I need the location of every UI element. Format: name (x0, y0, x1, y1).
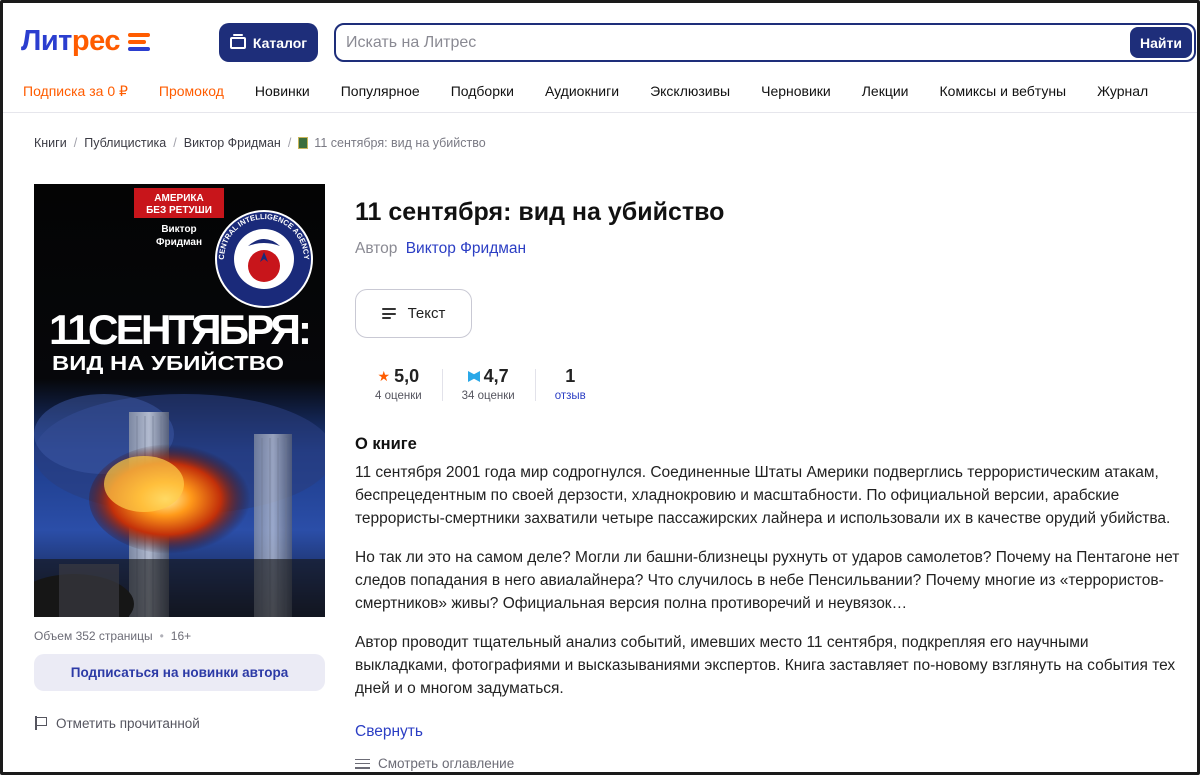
cover-title-sub: ВИД НА УБИЙСТВО (52, 351, 284, 375)
toc-label: Смотреть оглавление (378, 756, 515, 771)
breadcrumb-separator: / (287, 136, 292, 150)
reviews-value: 1 (565, 365, 576, 386)
flag-icon (34, 716, 47, 730)
book-volume: Объем 352 страницы (34, 629, 153, 643)
cover-author-line2: Фридман (156, 237, 202, 248)
cover-badge-line1: АМЕРИКА (154, 193, 203, 204)
breadcrumb-author[interactable]: Виктор Фридман (184, 136, 281, 150)
rating-litres-value: 5,0 (394, 365, 420, 386)
logo-text-part1: Лит (21, 24, 72, 57)
about-paragraph-2: Но так ли это на самом деле? Могли ли ба… (355, 549, 1180, 612)
livelib-bookmark-icon (468, 371, 480, 382)
star-icon: ★ (377, 367, 391, 384)
logo-bars-icon (127, 33, 150, 51)
breadcrumb-separator: / (173, 136, 177, 150)
format-text-button[interactable]: Текст (355, 289, 472, 338)
rating-livelib-count: 34 оценки (461, 390, 515, 402)
about-title: О книге (355, 435, 417, 453)
cover-author-line1: Виктор (161, 224, 196, 235)
nav-item-promocode[interactable]: Промокод (159, 83, 224, 99)
nav-item-comics[interactable]: Комиксы и вебтуны (940, 83, 1067, 99)
main-nav: Подписка за 0 ₽ Промокод Новинки Популяр… (23, 81, 1179, 101)
book-icon (298, 137, 309, 149)
nav-item-audiobooks[interactable]: Аудиокниги (545, 83, 619, 99)
breadcrumb: Книги / Публицистика / Виктор Фридман / … (34, 135, 486, 151)
collapse-link[interactable]: Свернуть (355, 723, 423, 741)
list-icon (355, 758, 370, 769)
meta-separator: • (159, 629, 164, 643)
book-cover[interactable]: АМЕРИКА БЕЗ РЕТУШИ Виктор Фридман CENTRA… (34, 184, 325, 617)
rating-litres-value-row: ★ 5,0 (378, 365, 420, 387)
author-line: Автор Виктор Фридман (355, 240, 526, 258)
book-title: 11 сентября: вид на убийство (355, 198, 725, 226)
nav-item-journal[interactable]: Журнал (1097, 83, 1148, 99)
book-meta: Объем 352 страницы • 16+ (34, 629, 191, 643)
catalog-button[interactable]: Каталог (219, 23, 318, 62)
author-link[interactable]: Виктор Фридман (406, 240, 526, 257)
about-text: 11 сентября 2001 года мир содрогнулся. С… (355, 461, 1185, 716)
rating-litres-count: 4 оценки (375, 390, 422, 402)
cover-badge-line2: БЕЗ РЕТУШИ (146, 205, 212, 216)
text-format-icon (381, 308, 396, 319)
cover-art: АМЕРИКА БЕЗ РЕТУШИ Виктор Фридман CENTRA… (34, 184, 325, 617)
age-rating: 16+ (170, 629, 192, 643)
nav-item-collections[interactable]: Подборки (451, 83, 514, 99)
search-bar: Найти (334, 23, 1196, 62)
nav-item-lectures[interactable]: Лекции (862, 83, 909, 99)
reviews-value-row: 1 (565, 365, 575, 387)
author-label: Автор (355, 240, 398, 257)
rating-livelib-value: 4,7 (483, 365, 509, 386)
cover-title-big: 11СЕНТЯБРЯ: (49, 306, 309, 353)
nav-item-popular[interactable]: Популярное (341, 83, 420, 99)
site-header: Литрес Каталог Найти Подписка за 0 ₽ Про… (3, 3, 1197, 113)
rating-livelib-value-row: 4,7 (468, 365, 509, 387)
breadcrumb-current: 11 сентября: вид на убийство (314, 136, 486, 150)
breadcrumb-publicism[interactable]: Публицистика (84, 136, 166, 150)
toc-link[interactable]: Смотреть оглавление (355, 756, 514, 771)
mark-read-button[interactable]: Отметить прочитанной (34, 714, 200, 732)
page-frame: Литрес Каталог Найти Подписка за 0 ₽ Про… (0, 0, 1200, 775)
about-paragraph-1: 11 сентября 2001 года мир содрогнулся. С… (355, 464, 1171, 527)
breadcrumb-separator: / (73, 136, 78, 150)
rating-livelib[interactable]: 4,7 34 оценки (441, 365, 535, 405)
search-input[interactable] (346, 25, 1126, 60)
rating-litres[interactable]: ★ 5,0 4 оценки (355, 365, 442, 405)
reviews-label[interactable]: отзыв (555, 390, 586, 402)
subscribe-author-button[interactable]: Подписаться на новинки автора (34, 654, 325, 691)
logo-text-part2: рес (71, 24, 121, 57)
nav-item-subscription[interactable]: Подписка за 0 ₽ (23, 83, 128, 100)
format-label: Текст (407, 305, 446, 322)
reviews-count[interactable]: 1 отзыв (534, 365, 606, 405)
catalog-label: Каталог (252, 34, 308, 51)
ratings-panel: ★ 5,0 4 оценки 4,7 34 оценки 1 отзыв (355, 365, 606, 405)
mark-read-label: Отметить прочитанной (56, 715, 200, 731)
nav-item-new[interactable]: Новинки (255, 83, 310, 99)
breadcrumb-books[interactable]: Книги (34, 136, 67, 150)
catalog-icon (229, 33, 246, 49)
about-paragraph-3: Автор проводит тщательный анализ событий… (355, 634, 1176, 697)
cia-seal-icon: CENTRAL INTELLIGENCE AGENCY (215, 210, 313, 308)
litres-logo[interactable]: Литрес (21, 21, 150, 61)
logo-text: Литрес (21, 25, 120, 58)
nav-item-exclusives[interactable]: Эксклюзивы (650, 83, 730, 99)
search-button[interactable]: Найти (1130, 27, 1192, 58)
nav-item-drafts[interactable]: Черновики (761, 83, 831, 99)
